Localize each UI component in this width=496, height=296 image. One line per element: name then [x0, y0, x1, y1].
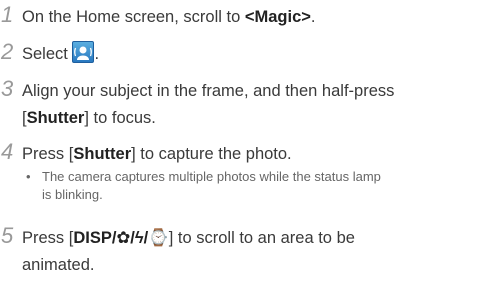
step-text-line-1: Press [DISP/✿/ϟ/⌚] to scroll to an area … — [22, 229, 355, 247]
step-text-line-1: Align your subject in the frame, and the… — [22, 82, 395, 100]
step-number: 5 — [1, 223, 14, 248]
step-text-line-2: [Shutter] to focus. — [22, 109, 156, 127]
step-text: On the Home screen, scroll to <Magic>. — [22, 8, 316, 26]
note-line-2: is blinking. — [42, 187, 103, 202]
step-text: Select . — [22, 40, 99, 68]
step-number: 3 — [1, 76, 14, 101]
step-number: 4 — [1, 139, 14, 164]
note-line-1: The camera captures multiple photos whil… — [42, 169, 381, 184]
step-number: 1 — [1, 2, 14, 27]
step-text: Press [Shutter] to capture the photo. — [22, 145, 292, 163]
bullet-icon: • — [26, 169, 31, 184]
menu-magic-label: <Magic> — [244, 8, 311, 26]
shutter-key-label: Shutter — [26, 109, 85, 127]
disp-key-label: DISP/✿/ϟ/⌚ — [73, 229, 169, 247]
magic-photo-icon — [72, 41, 95, 63]
step-text-line-2: animated. — [22, 256, 95, 274]
shutter-key-label: Shutter — [73, 145, 132, 163]
step-number: 2 — [1, 39, 14, 64]
